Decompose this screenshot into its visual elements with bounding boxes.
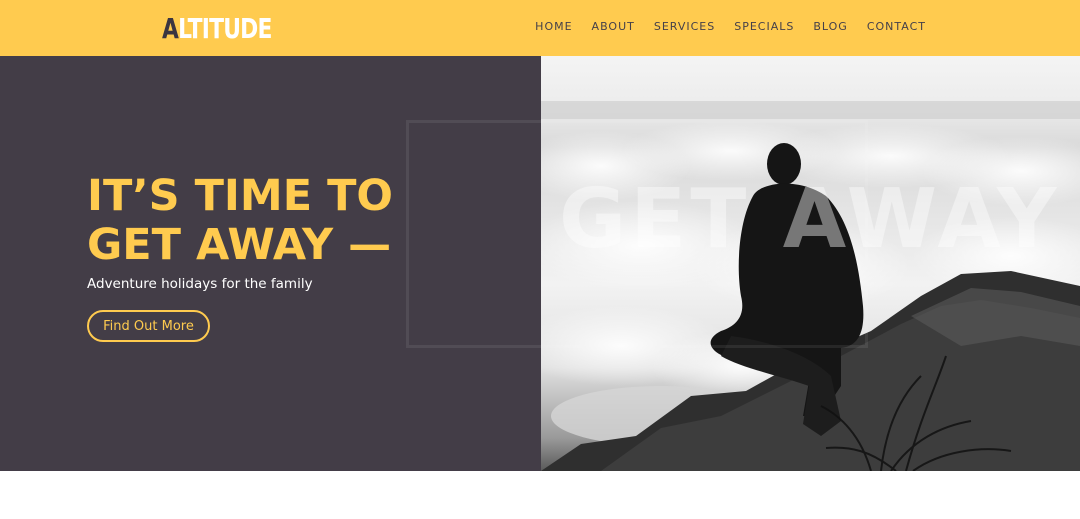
nav-about-link[interactable]: ABOUT: [592, 20, 635, 33]
top-nav-bar: A LTITUDE HOME ABOUT SERVICES SPECIALS BL…: [0, 0, 1080, 56]
nav-home-link[interactable]: HOME: [535, 20, 572, 33]
nav-specials-link[interactable]: SPECIALS: [734, 20, 794, 33]
hero-heading-line-1: IT’S TIME TO: [87, 171, 393, 221]
altitude-logo[interactable]: A LTITUDE: [162, 11, 272, 45]
hero-heading: IT’S TIME TO GET AWAY —: [87, 172, 393, 270]
nav-blog-link[interactable]: BLOG: [813, 20, 847, 33]
hero-heading-line-2: GET AWAY —: [87, 220, 392, 270]
hero-subtitle: Adventure holidays for the family: [87, 276, 313, 292]
nav-contact-link[interactable]: CONTACT: [867, 20, 926, 33]
main-menu: HOME ABOUT SERVICES SPECIALS BLOG CONTAC…: [535, 20, 926, 33]
find-out-more-button[interactable]: Find Out More: [87, 310, 210, 342]
logo-rest: LTITUDE: [178, 11, 272, 45]
hero-watermark-text: GET AWAY: [559, 172, 1061, 267]
logo-first-letter: A: [162, 11, 179, 45]
nav-services-link[interactable]: SERVICES: [654, 20, 715, 33]
